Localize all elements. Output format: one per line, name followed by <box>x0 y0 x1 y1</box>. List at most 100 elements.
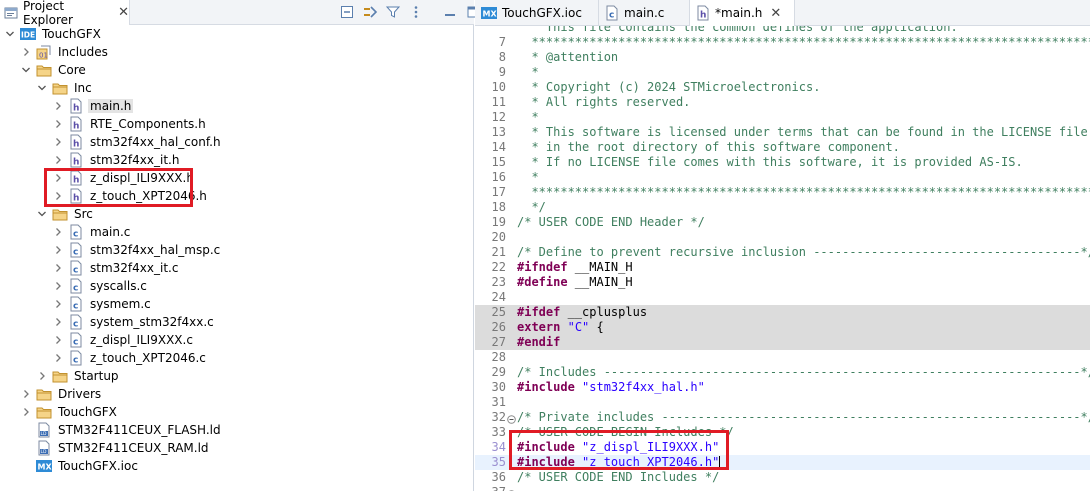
chevron-right-icon[interactable] <box>20 385 32 403</box>
chevron-right-icon[interactable] <box>52 97 64 115</box>
chevron-right-icon[interactable] <box>52 151 64 169</box>
code-line[interactable]: 15 * If no LICENSE file comes with this … <box>475 155 1090 170</box>
code-line[interactable]: 20 <box>475 230 1090 245</box>
code-line[interactable]: 32 /* Private includes ------------------… <box>475 410 1090 425</box>
code-line[interactable]: 26 extern "C" { <box>475 320 1090 335</box>
chevron-down-icon[interactable] <box>20 61 32 79</box>
tree-item-label: stm32f4xx_it.h <box>90 153 180 167</box>
tree-item[interactable]: Core <box>0 61 88 79</box>
line-number: 19 <box>491 215 506 229</box>
editor-tabbar: MX TouchGFX.ioc c main.c h *main.h ✕ <box>475 0 1090 26</box>
tree-item[interactable]: h main.h <box>0 97 134 115</box>
link-with-editor-icon[interactable] <box>360 2 380 22</box>
code-line[interactable]: 19 /* USER CODE END Header */ <box>475 215 1090 230</box>
code-line[interactable]: 8 * @attention <box>475 50 1090 65</box>
tree-item[interactable]: LD STM32F411CEUX_FLASH.ld <box>0 421 223 439</box>
tab-project-explorer[interactable]: Project Explorer ✕ <box>0 0 130 27</box>
code-line[interactable]: 27 #endif <box>475 335 1090 350</box>
code-line[interactable]: 9 * <box>475 65 1090 80</box>
line-number: 14 <box>491 140 506 154</box>
c-file-icon: c <box>68 350 84 366</box>
code-line[interactable]: 23 #define __MAIN_H <box>475 275 1090 290</box>
code-line[interactable]: 14 * in the root directory of this softw… <box>475 140 1090 155</box>
line-number: 20 <box>491 230 506 244</box>
tree-item[interactable]: c system_stm32f4xx.c <box>0 313 216 331</box>
code-line[interactable]: 25 #ifdef __cplusplus <box>475 305 1090 320</box>
tree-item[interactable]: h stm32f4xx_it.h <box>0 151 181 169</box>
code-line[interactable]: 17 *************************************… <box>475 185 1090 200</box>
fold-toggle-icon[interactable] <box>507 413 516 424</box>
tree-item[interactable]: Inc <box>0 79 94 97</box>
code-line[interactable]: 21 /* Define to prevent recursive inclusi… <box>475 245 1090 260</box>
chevron-right-icon[interactable] <box>52 259 64 277</box>
tree-item[interactable]: c z_displ_ILI9XXX.c <box>0 331 195 349</box>
tree-item[interactable]: h stm32f4xx_hal_conf.h <box>0 133 223 151</box>
code-line[interactable]: 37 <box>475 485 1090 491</box>
code-line[interactable]: 11 * All rights reserved. <box>475 95 1090 110</box>
chevron-down-icon[interactable] <box>36 205 48 223</box>
code-editor[interactable]: This file contains the common defines of… <box>475 26 1090 491</box>
code-text: #ifdef __cplusplus <box>517 305 648 319</box>
code-text: * All rights reserved. <box>517 95 691 109</box>
tree-item[interactable]: c z_touch_XPT2046.c <box>0 349 208 367</box>
chevron-right-icon[interactable] <box>52 295 64 313</box>
tree-item[interactable]: 01 Includes <box>0 43 110 61</box>
view-menu-icon[interactable] <box>406 2 426 22</box>
tree-item-label: Includes <box>58 45 108 59</box>
chevron-right-icon[interactable] <box>52 349 64 367</box>
chevron-right-icon[interactable] <box>52 133 64 151</box>
code-text: /* USER CODE END Header */ <box>517 215 705 229</box>
chevron-right-icon[interactable] <box>52 277 64 295</box>
tree-item[interactable]: c sysmem.c <box>0 295 153 313</box>
tree-item[interactable]: IDE TouchGFX <box>0 25 103 43</box>
tree-item[interactable]: Drivers <box>0 385 103 403</box>
close-icon[interactable]: ✕ <box>770 6 781 21</box>
tree-item[interactable]: Src <box>0 205 95 223</box>
code-line[interactable]: 28 <box>475 350 1090 365</box>
chevron-right-icon[interactable] <box>52 241 64 259</box>
editor-tab[interactable]: h *main.h ✕ <box>690 0 795 26</box>
chevron-right-icon[interactable] <box>20 43 32 61</box>
code-line[interactable]: 18 */ <box>475 200 1090 215</box>
filter-icon[interactable] <box>383 2 403 22</box>
code-line[interactable]: 24 <box>475 290 1090 305</box>
minimize-icon[interactable] <box>440 2 460 22</box>
tree-item[interactable]: c stm32f4xx_hal_msp.c <box>0 241 222 259</box>
code-line[interactable]: 10 * Copyright (c) 2024 STMicroelectroni… <box>475 80 1090 95</box>
tree-item[interactable]: Startup <box>0 367 121 385</box>
tree-item[interactable]: MX TouchGFX.ioc <box>0 457 140 475</box>
chevron-right-icon[interactable] <box>52 313 64 331</box>
code-line[interactable]: 30 #include "stm32f4xx_hal.h" <box>475 380 1090 395</box>
editor-tab[interactable]: MX TouchGFX.ioc <box>475 0 599 26</box>
code-line[interactable]: 7 **************************************… <box>475 35 1090 50</box>
code-line[interactable]: This file contains the common defines of… <box>475 26 1090 35</box>
tree-item[interactable]: c syscalls.c <box>0 277 149 295</box>
code-line[interactable]: 36 /* USER CODE END Includes */ <box>475 470 1090 485</box>
chevron-right-icon[interactable] <box>52 223 64 241</box>
code-line[interactable]: 16 * <box>475 170 1090 185</box>
tree-item[interactable]: TouchGFX <box>0 403 119 421</box>
code-line[interactable]: 12 * <box>475 110 1090 125</box>
chevron-down-icon[interactable] <box>36 79 48 97</box>
tree-item[interactable]: c main.c <box>0 223 132 241</box>
tree-item[interactable]: c stm32f4xx_it.c <box>0 259 180 277</box>
chevron-right-icon[interactable] <box>52 115 64 133</box>
editor-tab[interactable]: c main.c <box>599 0 690 26</box>
chevron-right-icon[interactable] <box>36 367 48 385</box>
code-line[interactable]: 31 <box>475 395 1090 410</box>
svg-text:c: c <box>73 302 78 312</box>
editor-tab-label: *main.h <box>715 6 763 20</box>
chevron-down-icon[interactable] <box>4 25 16 43</box>
close-icon[interactable]: ✕ <box>118 5 129 20</box>
code-text: #endif <box>517 335 561 349</box>
collapse-all-icon[interactable] <box>337 2 357 22</box>
chevron-right-icon[interactable] <box>20 403 32 421</box>
code-line[interactable]: 13 * This software is licensed under ter… <box>475 125 1090 140</box>
chevron-right-icon[interactable] <box>52 331 64 349</box>
svg-text:c: c <box>73 356 78 366</box>
code-line[interactable]: 22 #ifndef __MAIN_H <box>475 260 1090 275</box>
tree-item[interactable]: LD STM32F411CEUX_RAM.ld <box>0 439 211 457</box>
tree-item[interactable]: h RTE_Components.h <box>0 115 208 133</box>
code-line[interactable]: 29 /* Includes --------------------------… <box>475 365 1090 380</box>
